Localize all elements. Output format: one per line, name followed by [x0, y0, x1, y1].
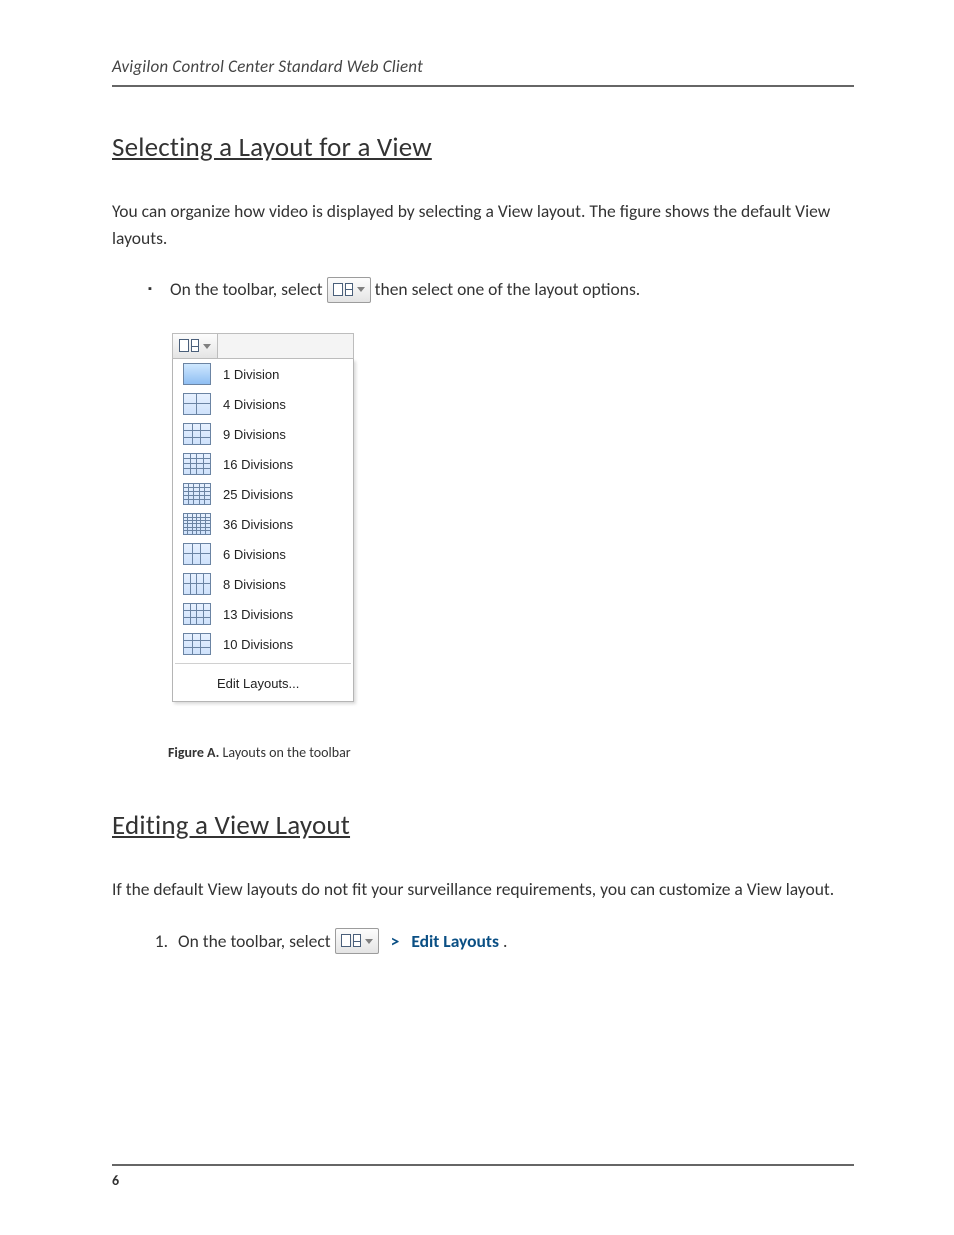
- step-item: On the toolbar, select > Edit Layouts.: [172, 928, 854, 955]
- heading-editing-layout: Editing a View Layout: [112, 809, 854, 842]
- layout-thumb-icon: [183, 363, 211, 385]
- layout-option-label: 10 Divisions: [223, 637, 293, 652]
- layout-thumb-icon: [183, 423, 211, 445]
- layout-option-label: 6 Divisions: [223, 547, 286, 562]
- layout-option[interactable]: 4 Divisions: [173, 389, 353, 419]
- layout-option-label: 4 Divisions: [223, 397, 286, 412]
- layout-menu-panel: 1 Division 4 Divisions 9 Divisions 16 Divis…: [172, 359, 354, 702]
- running-header: Avigilon Control Center Standard Web Cli…: [112, 56, 854, 87]
- chevron-down-icon: [365, 939, 373, 944]
- layout-icon: [333, 283, 353, 297]
- layout-thumb-icon: [183, 393, 211, 415]
- step-period: .: [503, 928, 507, 955]
- layout-thumb-icon: [183, 453, 211, 475]
- layout-option[interactable]: 36 Divisions: [173, 509, 353, 539]
- figure-label: Figure A.: [168, 744, 219, 761]
- layout-option[interactable]: 13 Divisions: [173, 599, 353, 629]
- figure-caption: Figure A. Layouts on the toolbar: [168, 744, 854, 761]
- page-number: 6: [112, 1164, 854, 1189]
- layout-icon: [179, 339, 199, 353]
- bullet-item: On the toolbar, select then select one o…: [148, 276, 854, 303]
- layout-thumb-icon: [183, 573, 211, 595]
- intro-paragraph-1: You can organize how video is displayed …: [112, 198, 854, 252]
- layout-option[interactable]: 10 Divisions: [173, 629, 353, 659]
- step-list: On the toolbar, select > Edit Layouts.: [112, 928, 854, 955]
- layout-option[interactable]: 8 Divisions: [173, 569, 353, 599]
- layout-thumb-icon: [183, 543, 211, 565]
- layout-option[interactable]: 9 Divisions: [173, 419, 353, 449]
- layout-option-label: 25 Divisions: [223, 487, 293, 502]
- layout-option[interactable]: 16 Divisions: [173, 449, 353, 479]
- chevron-down-icon: [203, 344, 211, 349]
- step-separator: >: [391, 928, 400, 955]
- heading-selecting-layout: Selecting a Layout for a View: [112, 131, 854, 164]
- intro-paragraph-2: If the default View layouts do not fit y…: [112, 876, 854, 903]
- layout-option-label: 9 Divisions: [223, 427, 286, 442]
- layout-thumb-icon: [183, 603, 211, 625]
- layout-option-label: 8 Divisions: [223, 577, 286, 592]
- layout-option[interactable]: 1 Division: [173, 359, 353, 389]
- layout-option-label: 36 Divisions: [223, 517, 293, 532]
- layout-option-label: 16 Divisions: [223, 457, 293, 472]
- menu-top-bar: [172, 333, 354, 359]
- edit-layouts-menu-item[interactable]: Edit Layouts...: [173, 668, 353, 701]
- layout-menu-figure: 1 Division 4 Divisions 9 Divisions 16 Divis…: [172, 333, 354, 702]
- bullet-text-post: then select one of the layout options.: [375, 276, 641, 303]
- step-text-pre: On the toolbar, select: [178, 928, 331, 955]
- layout-option-label: 1 Division: [223, 367, 279, 382]
- layout-option[interactable]: 25 Divisions: [173, 479, 353, 509]
- page: Avigilon Control Center Standard Web Cli…: [0, 0, 954, 1235]
- layout-picker-button-open[interactable]: [173, 334, 218, 358]
- edit-layouts-link[interactable]: Edit Layouts: [411, 928, 499, 955]
- layout-option-label: 13 Divisions: [223, 607, 293, 622]
- layout-thumb-icon: [183, 483, 211, 505]
- bullet-text-pre: On the toolbar, select: [170, 276, 323, 303]
- layout-thumb-icon: [183, 513, 211, 535]
- menu-divider: [175, 663, 351, 664]
- chevron-down-icon: [357, 287, 365, 292]
- layout-option[interactable]: 6 Divisions: [173, 539, 353, 569]
- layout-icon: [341, 934, 361, 948]
- layout-thumb-icon: [183, 633, 211, 655]
- layout-picker-button[interactable]: [335, 928, 379, 954]
- figure-caption-text: Layouts on the toolbar: [223, 744, 351, 761]
- layout-picker-button[interactable]: [327, 277, 371, 303]
- bullet-list: On the toolbar, select then select one o…: [112, 276, 854, 303]
